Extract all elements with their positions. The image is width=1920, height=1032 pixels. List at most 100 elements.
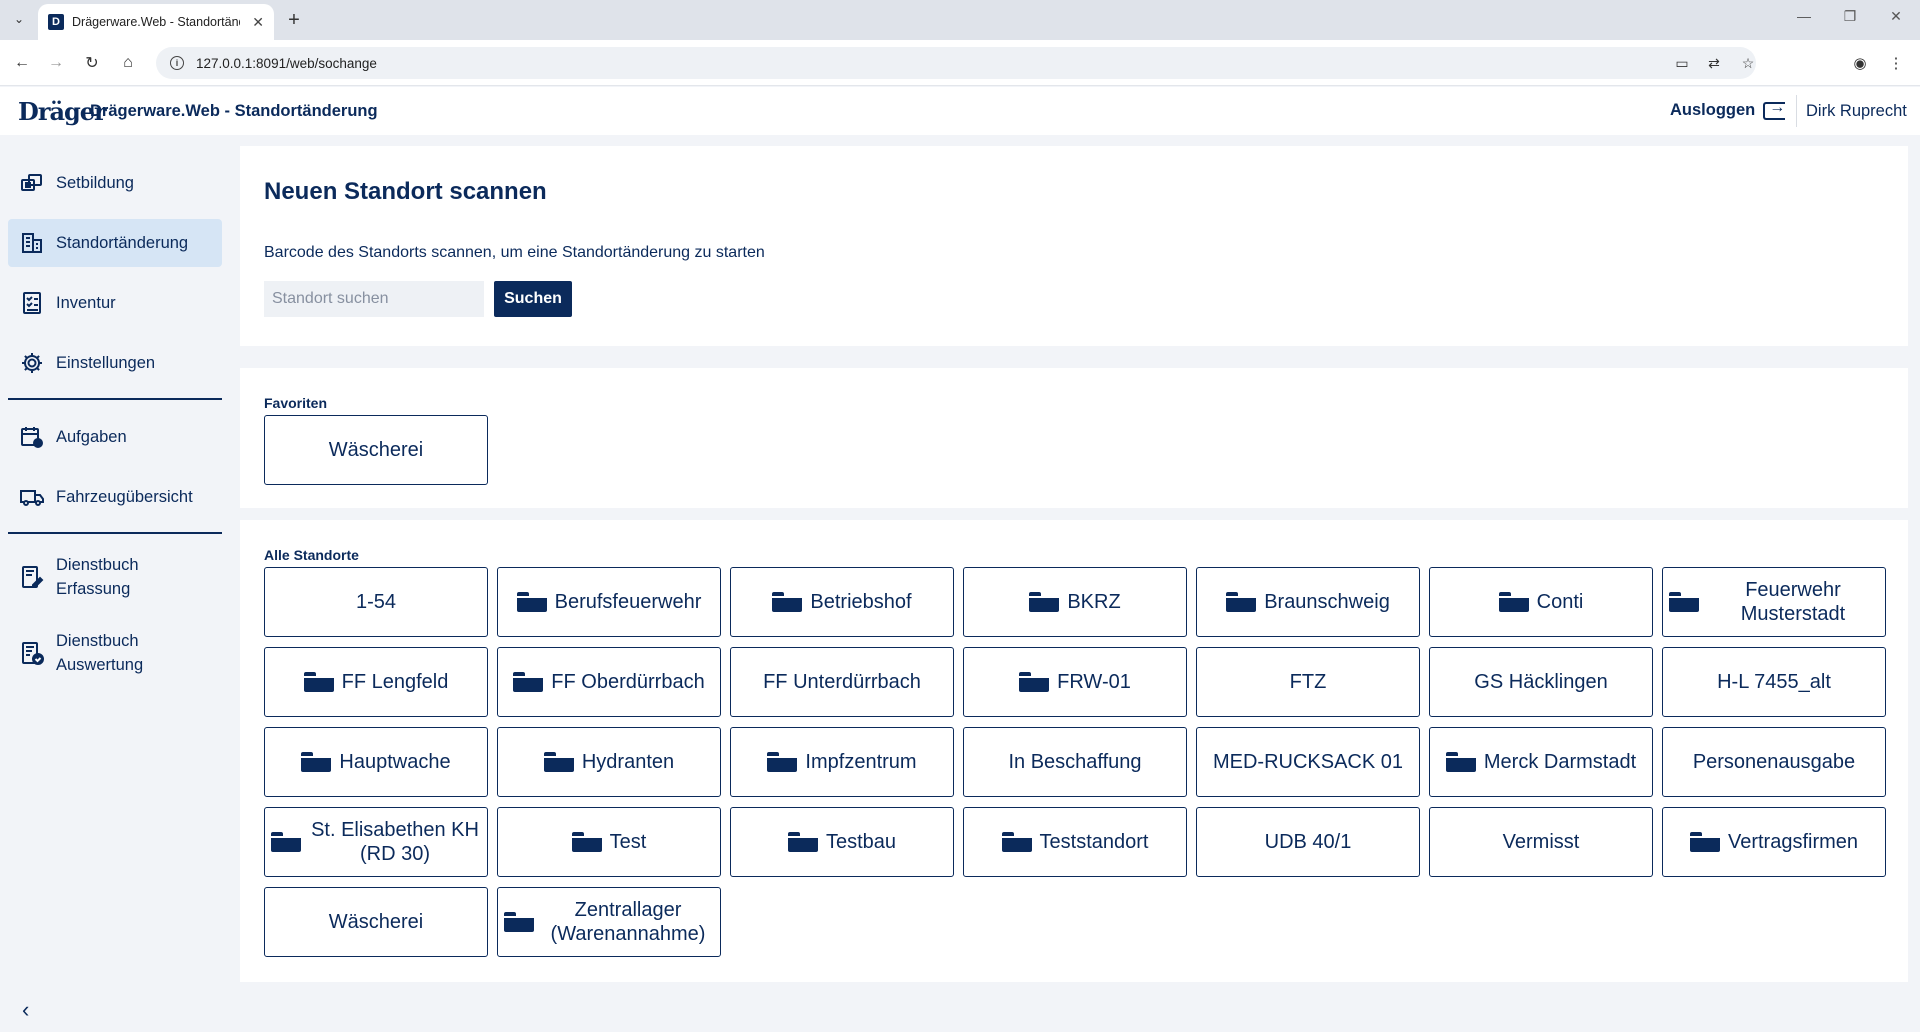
favorites-label: Favoriten bbox=[264, 395, 328, 411]
location-tile[interactable]: Personenausgabe bbox=[1662, 727, 1886, 797]
minimize-icon[interactable]: — bbox=[1792, 8, 1816, 24]
browser-tabbar: ⌄ D Drägerware.Web - Standortänd ✕ + — ❐… bbox=[0, 0, 1920, 40]
location-tile[interactable]: Merck Darmstadt bbox=[1429, 727, 1653, 797]
location-tile[interactable]: FTZ bbox=[1196, 647, 1420, 717]
restore-icon[interactable]: ❐ bbox=[1838, 8, 1862, 25]
location-name: 1-54 bbox=[355, 591, 397, 613]
back-icon[interactable]: ← bbox=[10, 51, 34, 75]
location-tile[interactable]: Conti bbox=[1429, 567, 1653, 637]
sidebar-item-einstellungen[interactable]: Einstellungen bbox=[8, 339, 222, 387]
favicon-icon: D bbox=[48, 14, 64, 30]
location-tile[interactable]: 1-54 bbox=[264, 567, 488, 637]
location-name: Testbau bbox=[825, 831, 897, 853]
location-tile[interactable]: Betriebshof bbox=[730, 567, 954, 637]
logbook-check-icon bbox=[20, 641, 44, 665]
profile-icon[interactable]: ◉ bbox=[1848, 51, 1872, 75]
location-tile[interactable]: H-L 7455_alt bbox=[1662, 647, 1886, 717]
browser-menu-icon[interactable]: ⋮ bbox=[1884, 51, 1908, 75]
logout-label: Ausloggen bbox=[1670, 101, 1756, 119]
sidebar-divider bbox=[8, 398, 222, 400]
location-tile[interactable]: GS Häcklingen bbox=[1429, 647, 1653, 717]
address-bar[interactable]: i 127.0.0.1:8091/web/sochange ☆ ⇄ ▭ bbox=[156, 47, 1756, 79]
label-line-1: Dienstbuch bbox=[56, 632, 139, 650]
location-name: Hauptwache bbox=[339, 751, 451, 773]
location-name: FF Oberdürrbach bbox=[551, 671, 705, 693]
folder-icon bbox=[301, 752, 332, 772]
collapse-sidebar-icon[interactable]: ‹ bbox=[22, 997, 29, 1023]
sidebar-item-fahrzeuguebersicht[interactable]: Fahrzeugübersicht bbox=[8, 473, 222, 521]
label-line-2: Erfassung bbox=[56, 580, 131, 598]
location-tile[interactable]: Berufsfeuerwehr bbox=[497, 567, 721, 637]
folder-icon bbox=[504, 912, 534, 932]
bookmark-star-icon[interactable]: ☆ bbox=[1736, 51, 1760, 75]
logout-button[interactable]: Ausloggen bbox=[1670, 99, 1786, 120]
sidebar-item-label: Setbildung bbox=[56, 173, 134, 192]
sidebar-item-label: Aufgaben bbox=[56, 427, 127, 446]
location-tile[interactable]: Hydranten bbox=[497, 727, 721, 797]
location-name: Braunschweig bbox=[1264, 591, 1390, 613]
location-tile[interactable]: BKRZ bbox=[963, 567, 1187, 637]
location-tile[interactable]: Vermisst bbox=[1429, 807, 1653, 877]
label-line-2: Auswertung bbox=[56, 656, 144, 674]
folder-icon bbox=[767, 752, 798, 772]
location-tile[interactable]: Feuerwehr Musterstadt bbox=[1662, 567, 1886, 637]
all-locations-label: Alle Standorte bbox=[264, 547, 359, 563]
sidebar-item-standortaenderung[interactable]: Standortänderung bbox=[8, 219, 222, 267]
app-header: Dräger Drägerware.Web - Standortänderung… bbox=[0, 87, 1920, 135]
location-search-input[interactable] bbox=[264, 281, 484, 317]
location-tile[interactable]: Hauptwache bbox=[264, 727, 488, 797]
location-tile[interactable]: Vertragsfirmen bbox=[1662, 807, 1886, 877]
location-tile[interactable]: FF Oberdürrbach bbox=[497, 647, 721, 717]
folder-icon bbox=[1498, 592, 1529, 612]
location-tile[interactable]: Wäscherei bbox=[264, 887, 488, 957]
folder-icon bbox=[516, 592, 547, 612]
tab-close-icon[interactable]: ✕ bbox=[252, 14, 264, 31]
sidebar-item-aufgaben[interactable]: Aufgaben bbox=[8, 413, 222, 461]
browser-tab[interactable]: D Drägerware.Web - Standortänd ✕ bbox=[38, 4, 274, 40]
location-tile[interactable]: Impfzentrum bbox=[730, 727, 954, 797]
sidebar-item-inventur[interactable]: Inventur bbox=[8, 279, 222, 327]
user-name[interactable]: Dirk Ruprecht bbox=[1806, 102, 1907, 121]
site-info-icon[interactable]: i bbox=[170, 56, 184, 70]
sidebar-divider bbox=[8, 532, 222, 534]
sidebar-item-dienstbuch-auswertung[interactable]: Dienstbuch Auswertung bbox=[8, 623, 222, 683]
location-tile[interactable]: Wäscherei bbox=[264, 415, 488, 485]
building-icon bbox=[20, 231, 44, 255]
scan-description: Barcode des Standorts scannen, um eine S… bbox=[264, 244, 765, 261]
location-name: Hydranten bbox=[581, 751, 675, 773]
location-tile[interactable]: FF Lengfeld bbox=[264, 647, 488, 717]
location-name: Wäscherei bbox=[328, 911, 424, 933]
location-name: Conti bbox=[1536, 591, 1584, 613]
location-tile[interactable]: FF Unterdürrbach bbox=[730, 647, 954, 717]
sidebar-item-label: Fahrzeugübersicht bbox=[56, 487, 193, 506]
location-tile[interactable]: Test bbox=[497, 807, 721, 877]
folder-icon bbox=[772, 592, 803, 612]
location-tile[interactable]: MED-RUCKSACK 01 bbox=[1196, 727, 1420, 797]
install-app-icon[interactable]: ▭ bbox=[1670, 51, 1694, 75]
checklist-icon bbox=[20, 291, 44, 315]
location-tile[interactable]: In Beschaffung bbox=[963, 727, 1187, 797]
folder-icon bbox=[1669, 592, 1699, 612]
home-icon[interactable]: ⌂ bbox=[116, 51, 140, 75]
sidebar-item-dienstbuch-erfassung[interactable]: Dienstbuch Erfassung bbox=[8, 547, 222, 607]
location-tile[interactable]: Zentrallager (Warenannahme) bbox=[497, 887, 721, 957]
location-tile[interactable]: Braunschweig bbox=[1196, 567, 1420, 637]
close-window-icon[interactable]: ✕ bbox=[1884, 8, 1908, 25]
location-tile[interactable]: St. Elisabethen KH (RD 30) bbox=[264, 807, 488, 877]
location-tile[interactable]: Teststandort bbox=[963, 807, 1187, 877]
new-tab-icon[interactable]: + bbox=[282, 8, 306, 32]
folder-icon bbox=[1689, 832, 1720, 852]
search-button[interactable]: Suchen bbox=[494, 281, 572, 317]
forward-icon[interactable]: → bbox=[44, 51, 68, 75]
translate-icon[interactable]: ⇄ bbox=[1702, 51, 1726, 75]
location-name: Zentrallager (Warenannahme) bbox=[550, 899, 706, 945]
location-name: H-L 7455_alt bbox=[1717, 671, 1831, 693]
reload-icon[interactable]: ↻ bbox=[80, 51, 104, 75]
sidebar-item-setbildung[interactable]: Setbildung bbox=[8, 159, 222, 207]
location-tile[interactable]: UDB 40/1 bbox=[1196, 807, 1420, 877]
location-name: BKRZ bbox=[1067, 591, 1121, 613]
location-name: FRW-01 bbox=[1057, 671, 1131, 693]
tab-list-chevron-icon[interactable]: ⌄ bbox=[8, 8, 30, 30]
location-tile[interactable]: FRW-01 bbox=[963, 647, 1187, 717]
location-tile[interactable]: Testbau bbox=[730, 807, 954, 877]
